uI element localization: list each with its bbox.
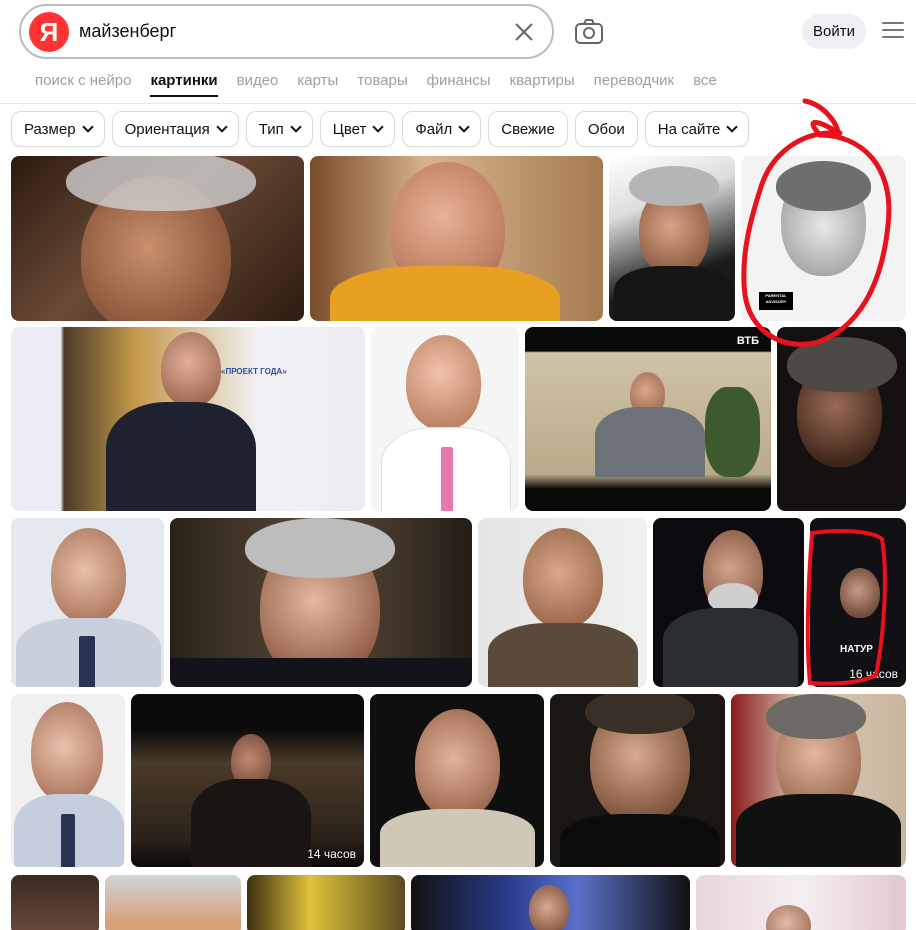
image-result[interactable] [411, 875, 690, 930]
filter-color[interactable]: Цвет [319, 111, 396, 147]
parental-advisory-badge: PARENTAL ADVISORY [759, 292, 793, 310]
chevron-down-icon [726, 121, 739, 133]
filter-on-site[interactable]: На сайте [644, 111, 750, 147]
image-result[interactable] [11, 518, 164, 687]
image-result[interactable] [11, 156, 304, 321]
image-result[interactable] [310, 156, 603, 321]
image-result[interactable] [247, 875, 405, 930]
image-result[interactable]: 14 часов [131, 694, 364, 867]
chevron-down-icon [290, 121, 302, 133]
filter-orientation[interactable]: Ориентация [111, 111, 239, 147]
filter-label: Обои [587, 120, 625, 138]
chevron-down-icon [216, 121, 228, 133]
filter-bar: Размер Ориентация Тип Цвет Файл Свежие О… [11, 111, 750, 147]
filter-label: На сайте [657, 120, 721, 138]
camera-icon[interactable] [574, 18, 604, 46]
tab-translator[interactable]: переводчик [594, 72, 674, 89]
filter-type[interactable]: Тип [245, 111, 313, 147]
yandex-logo[interactable]: Я [29, 12, 69, 52]
hamburger-menu-icon[interactable] [882, 22, 904, 40]
filter-label: Цвет [332, 120, 367, 138]
image-result[interactable]: «ПРОЕКТ ГОДА» [11, 327, 365, 511]
image-result[interactable]: PARENTAL ADVISORY [741, 156, 906, 321]
close-icon[interactable] [512, 20, 536, 44]
filter-wallpapers[interactable]: Обои [574, 111, 638, 147]
image-result[interactable] [11, 694, 125, 867]
image-result[interactable] [11, 875, 99, 930]
tab-images[interactable]: картинки [150, 72, 218, 97]
image-result[interactable] [696, 875, 906, 930]
search-box[interactable]: Я майзенберг [19, 4, 554, 59]
filter-label: Свежие [501, 120, 555, 138]
search-tabs: поиск с нейро картинки видео карты товар… [35, 72, 736, 97]
image-result[interactable] [105, 875, 241, 930]
chevron-down-icon [372, 121, 385, 133]
image-result[interactable] [653, 518, 804, 687]
filter-label: Файл [415, 120, 453, 138]
tab-products[interactable]: товары [357, 72, 407, 89]
vtb-watermark: ВТБ [736, 335, 759, 347]
filter-label: Тип [258, 120, 284, 138]
image-result[interactable]: ВТБ [525, 327, 771, 511]
tab-video[interactable]: видео [237, 72, 279, 89]
filter-fresh[interactable]: Свежие [488, 111, 568, 147]
tab-apartments[interactable]: квартиры [510, 72, 575, 89]
chevron-down-icon [81, 121, 94, 133]
tab-maps[interactable]: карты [297, 72, 338, 89]
image-result[interactable] [478, 518, 647, 687]
video-duration: 16 часов [849, 667, 898, 681]
image-result[interactable]: НАТУР 16 часов [810, 518, 906, 687]
image-result[interactable] [609, 156, 735, 321]
search-input[interactable]: майзенберг [79, 21, 176, 42]
tab-all[interactable]: все [693, 72, 717, 89]
image-result[interactable] [371, 327, 519, 511]
image-result[interactable] [550, 694, 725, 867]
banner-text: «ПРОЕКТ ГОДА» [221, 367, 287, 376]
filter-file[interactable]: Файл [402, 111, 482, 147]
header: Я майзенберг Войти поиск с нейро картинк… [0, 0, 916, 104]
video-caption: НАТУР [840, 644, 873, 655]
chevron-down-icon [458, 121, 470, 133]
login-button[interactable]: Войти [802, 14, 866, 49]
tab-finance[interactable]: финансы [427, 72, 491, 89]
video-duration: 14 часов [307, 847, 356, 861]
image-result[interactable] [777, 327, 906, 511]
tab-neuro[interactable]: поиск с нейро [35, 72, 131, 89]
image-result[interactable] [370, 694, 544, 867]
filter-label: Ориентация [124, 120, 210, 138]
filter-size[interactable]: Размер [11, 111, 105, 147]
filter-label: Размер [24, 120, 76, 138]
image-result[interactable] [731, 694, 906, 867]
image-result[interactable] [170, 518, 472, 687]
